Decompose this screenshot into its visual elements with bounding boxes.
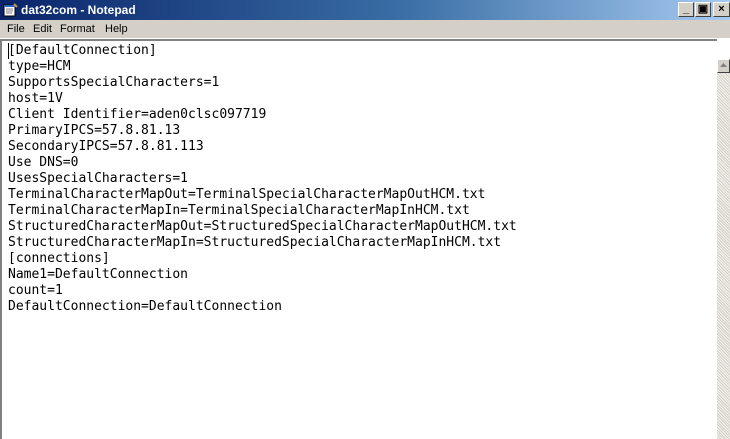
text-line[interactable]: Client Identifier=aden0clsc097719 xyxy=(8,107,266,123)
maximize-button[interactable]: ▣ xyxy=(695,2,711,17)
text-line[interactable]: Use DNS=0 xyxy=(8,155,78,171)
menu-edit[interactable]: Edit xyxy=(33,23,52,36)
notepad-icon xyxy=(3,3,18,17)
title-bar[interactable]: dat32com - Notepad _ ▣ × xyxy=(0,0,730,20)
text-line[interactable]: PrimaryIPCS=57.8.81.13 xyxy=(8,123,180,139)
text-line[interactable]: TerminalCharacterMapIn=TerminalSpecialCh… xyxy=(8,203,470,219)
text-line[interactable]: TerminalCharacterMapOut=TerminalSpecialC… xyxy=(8,187,485,203)
text-line[interactable]: StructuredCharacterMapOut=StructuredSpec… xyxy=(8,219,517,235)
text-editor[interactable]: [DefaultConnection] type=HCM SupportsSpe… xyxy=(0,39,717,439)
text-line[interactable]: type=HCM xyxy=(8,59,71,75)
menu-file[interactable]: File xyxy=(7,23,25,36)
text-line[interactable]: host=1V xyxy=(8,91,63,107)
text-line[interactable]: count=1 xyxy=(8,283,63,299)
menu-bar: File Edit Format Help xyxy=(0,20,730,39)
arrow-up-icon xyxy=(720,63,727,67)
text-line[interactable]: UsesSpecialCharacters=1 xyxy=(8,171,188,187)
scroll-up-button[interactable] xyxy=(717,59,730,73)
text-line[interactable]: Name1=DefaultConnection xyxy=(8,267,188,283)
text-line[interactable]: DefaultConnection=DefaultConnection xyxy=(8,299,282,315)
menu-format[interactable]: Format xyxy=(60,23,95,36)
menu-help[interactable]: Help xyxy=(105,23,128,36)
text-line[interactable]: SupportsSpecialCharacters=1 xyxy=(8,75,219,91)
text-line[interactable]: SecondaryIPCS=57.8.81.113 xyxy=(8,139,204,155)
text-line[interactable]: [connections] xyxy=(8,251,110,267)
window-title: dat32com - Notepad xyxy=(21,3,136,17)
close-button[interactable]: × xyxy=(713,2,730,17)
text-line[interactable]: StructuredCharacterMapIn=StructuredSpeci… xyxy=(8,235,501,251)
minimize-button[interactable]: _ xyxy=(678,2,694,17)
vertical-scrollbar[interactable] xyxy=(717,59,730,439)
text-line[interactable]: [DefaultConnection] xyxy=(8,43,157,59)
